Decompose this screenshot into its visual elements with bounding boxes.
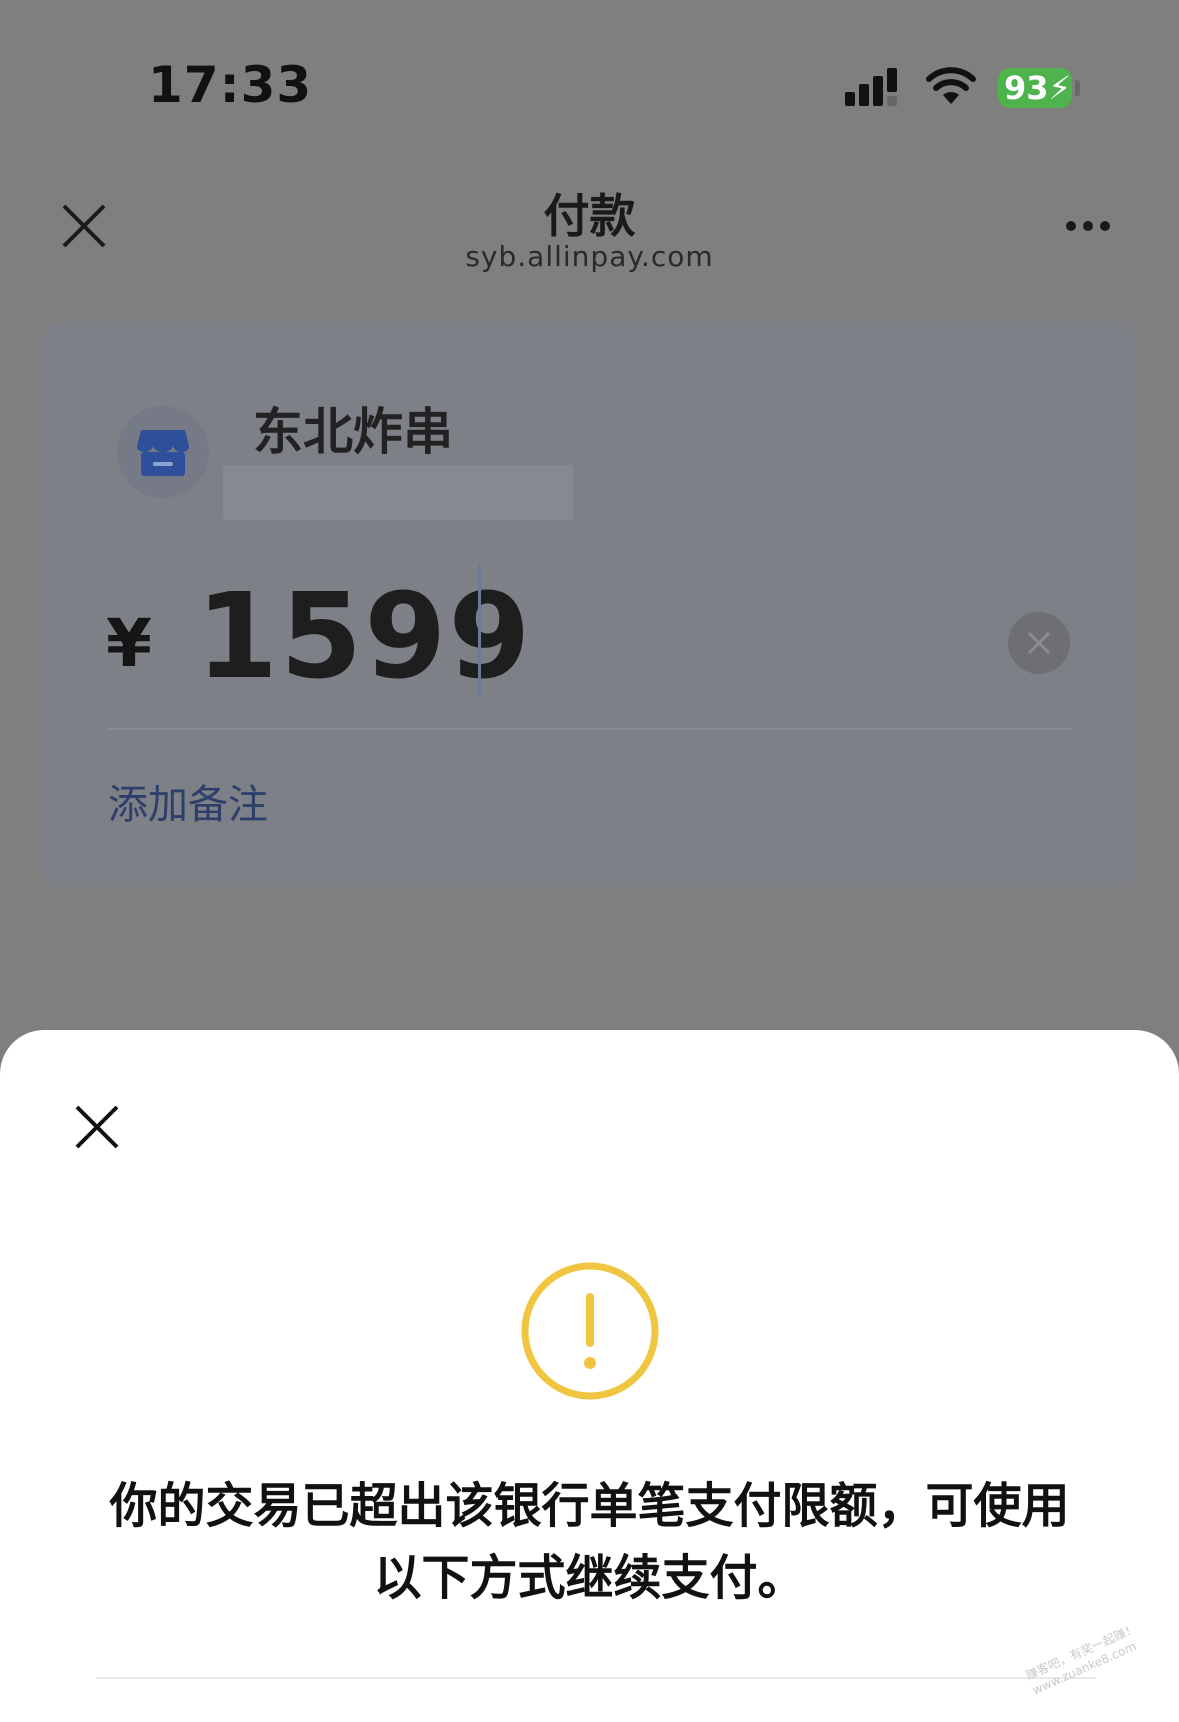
status-time: 17:33 [148,56,313,114]
divider [108,728,1072,730]
clear-icon [1027,631,1051,655]
message-line: 以下方式继续支付。 [373,1550,806,1606]
merchant-name: 东北炸串 [253,403,453,461]
wifi-icon [926,67,976,104]
text-cursor [478,564,481,698]
battery-level: 93 [1004,69,1049,107]
page-title: 付款 [543,189,636,243]
redacted-merchant-info [223,465,573,520]
status-bar: 17:33 93⚡ [0,0,1179,150]
add-note-link[interactable]: 添加备注 [108,772,268,830]
battery-cap [1075,80,1080,96]
battery-indicator: 93⚡ [998,68,1072,108]
cellular-signal-icon [845,68,897,106]
store-icon [137,430,189,476]
watermark: 赚客吧，有奖一起赚！ www.zuanke8.com [1023,1616,1166,1722]
divider [96,1677,1096,1679]
close-icon[interactable] [74,1104,120,1150]
clear-amount-button[interactable] [1008,612,1070,674]
charging-bolt-icon: ⚡ [1048,69,1071,107]
page-domain: syb.allinpay.com [465,240,714,273]
merchant-avatar [117,406,209,498]
amount-input[interactable]: 1599 [196,567,532,705]
more-options-icon[interactable] [1066,216,1126,236]
nav-bar: 付款 syb.allinpay.com [0,160,1179,290]
limit-exceeded-message: 你的交易已超出该银行单笔支付限额，可使用 以下方式继续支付。 [40,1470,1139,1614]
message-line: 你的交易已超出该银行单笔支付限额，可使用 [109,1478,1070,1534]
warning-icon [521,1262,659,1400]
payment-card: 东北炸串 ¥ 1599 添加备注 [40,322,1138,887]
payment-limit-sheet: 你的交易已超出该银行单笔支付限额，可使用 以下方式继续支付。 赚客吧，有奖一起赚… [0,1030,1179,1722]
currency-symbol: ¥ [106,605,152,682]
